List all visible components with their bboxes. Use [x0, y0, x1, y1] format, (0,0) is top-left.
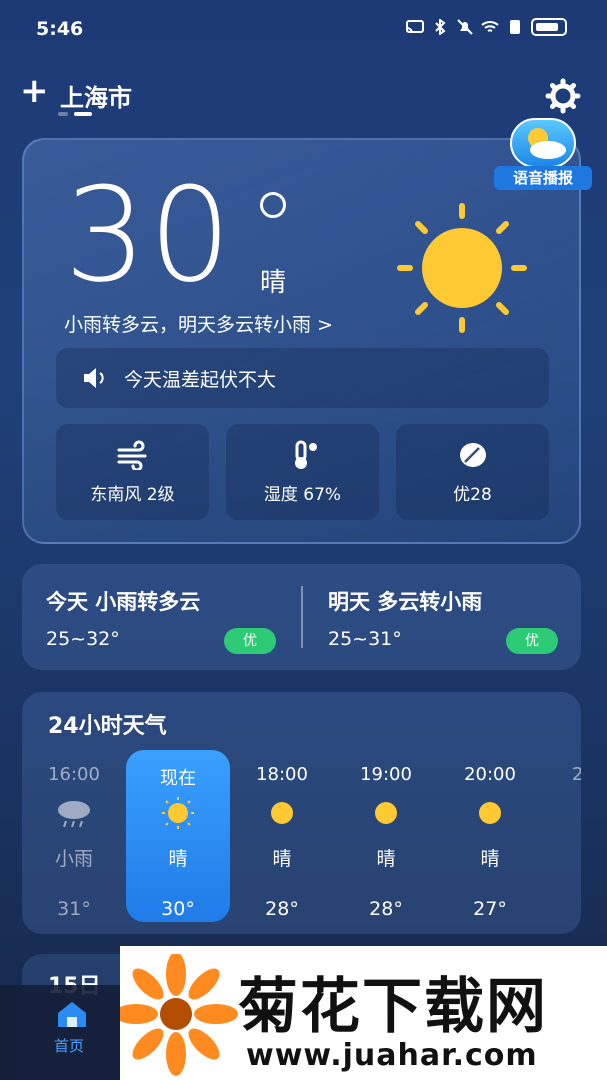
wind-tile[interactable]: 东南风 2级 [56, 424, 209, 520]
humidity-tile[interactable]: 湿度 67% [226, 424, 379, 520]
wind-label: 东南风 2级 [90, 484, 175, 505]
partly-cloudy-icon [528, 128, 566, 159]
air-quality-label: 优28 [453, 484, 492, 505]
tomorrow-title: 明天 多云转小雨 [328, 590, 483, 614]
sun-icon [375, 802, 397, 824]
flower-logo-icon [120, 954, 238, 1076]
nav-home-label[interactable]: 首页 [54, 1035, 84, 1056]
hour-time: 现在 [160, 768, 196, 789]
hour-item-partial[interactable]: 2 [542, 750, 581, 922]
status-icons [406, 18, 567, 36]
bluetooth-icon [435, 19, 446, 35]
tomorrow-summary[interactable]: 明天 多云转小雨 25~31° 优 [304, 564, 564, 670]
battery-icon [531, 18, 567, 36]
tomorrow-range: 25~31° [328, 628, 402, 650]
hour-condition: 晴 [480, 848, 500, 870]
hour-temp: 30° [161, 898, 195, 920]
tip-text: 今天温差起伏不大 [124, 368, 277, 391]
add-city-button[interactable]: + [20, 74, 49, 108]
hour-time: 2 [572, 764, 581, 785]
hour-time: 19:00 [360, 764, 412, 785]
hour-item[interactable]: 20:00 晴 27° [438, 750, 542, 922]
hour-condition: 小雨 [54, 848, 93, 870]
tomorrow-aqi-badge: 优 [506, 628, 558, 654]
hour-condition: 晴 [376, 848, 396, 870]
hour-temp: 28° [369, 898, 403, 920]
wind-icon [117, 440, 146, 470]
air-quality-tile[interactable]: 优28 [396, 424, 549, 520]
status-time: 5:46 [36, 18, 84, 40]
speaker-icon [84, 368, 104, 388]
hour-temp: 27° [473, 898, 507, 920]
sun-icon [397, 203, 527, 333]
thermometer-icon [294, 440, 317, 469]
hour-item[interactable]: 18:00 晴 28° [230, 750, 334, 922]
current-temperature: 30 [64, 159, 234, 311]
bottom-nav: 首页 [0, 985, 130, 1080]
current-condition: 晴 [260, 268, 287, 298]
city-name[interactable]: 上海市 [60, 78, 132, 113]
sun-icon [479, 802, 501, 824]
two-day-summary: 今天 小雨转多云 25~32° 优 明天 多云转小雨 25~31° 优 [22, 564, 581, 670]
hour-condition: 晴 [272, 848, 292, 870]
detail-tiles: 东南风 2级 湿度 67% 优28 [56, 424, 549, 520]
weather-tip[interactable]: 今天温差起伏不大 [56, 348, 549, 408]
hour-time: 18:00 [256, 764, 308, 785]
today-aqi-badge: 优 [224, 628, 276, 654]
top-bar: + 上海市 [20, 72, 587, 116]
voice-badge-label: 语音播报 [494, 166, 592, 190]
today-summary[interactable]: 今天 小雨转多云 25~32° 优 [22, 564, 282, 670]
hour-temp: 28° [265, 898, 299, 920]
page-indicator [58, 112, 92, 116]
hour-time: 20:00 [464, 764, 516, 785]
divider [301, 586, 303, 648]
watermark-banner: 菊花下载网 www.juahar.com [120, 946, 607, 1080]
cast-icon [406, 20, 424, 34]
degree-symbol [260, 192, 286, 218]
forecast-summary-link[interactable]: 小雨转多云，明天多云转小雨 > [64, 310, 333, 337]
mute-bell-icon [457, 19, 473, 35]
hour-item[interactable]: 19:00 晴 28° [334, 750, 438, 922]
hour-time: 16:00 [48, 764, 100, 785]
alert-icon [510, 20, 520, 34]
current-weather-card[interactable]: 30 晴 小雨转多云，明天多云转小雨 > 今天温差起伏不大 东南风 2级 湿度 … [22, 138, 581, 544]
home-icon[interactable] [54, 999, 90, 1029]
leaf-icon [459, 442, 486, 467]
voice-badge-bubble [510, 118, 576, 168]
voice-broadcast-button[interactable]: 语音播报 [490, 114, 594, 190]
hour-temp: 31° [57, 898, 91, 920]
humidity-label: 湿度 67% [263, 484, 342, 505]
today-range: 25~32° [46, 628, 120, 650]
sun-icon [271, 802, 293, 824]
hourly-title: 24小时天气 [48, 714, 167, 739]
watermark-title: 菊花下载网 [238, 972, 548, 1042]
hour-item[interactable]: 16:00 小雨 31° [22, 750, 126, 922]
sun-icon [162, 797, 194, 829]
rain-cloud-icon [58, 801, 90, 828]
wifi-icon [481, 21, 499, 32]
status-bar: 5:46 [0, 0, 607, 60]
gear-icon[interactable] [545, 78, 581, 114]
today-title: 今天 小雨转多云 [46, 590, 201, 614]
hourly-forecast-card[interactable]: 24小时天气 16:00 小雨 31° 现在 晴 30° 18:00 晴 28°… [22, 692, 581, 934]
hour-condition: 晴 [168, 848, 188, 870]
watermark-url: www.juahar.com [246, 1038, 538, 1073]
hour-item-now[interactable]: 现在 晴 30° [126, 750, 230, 922]
